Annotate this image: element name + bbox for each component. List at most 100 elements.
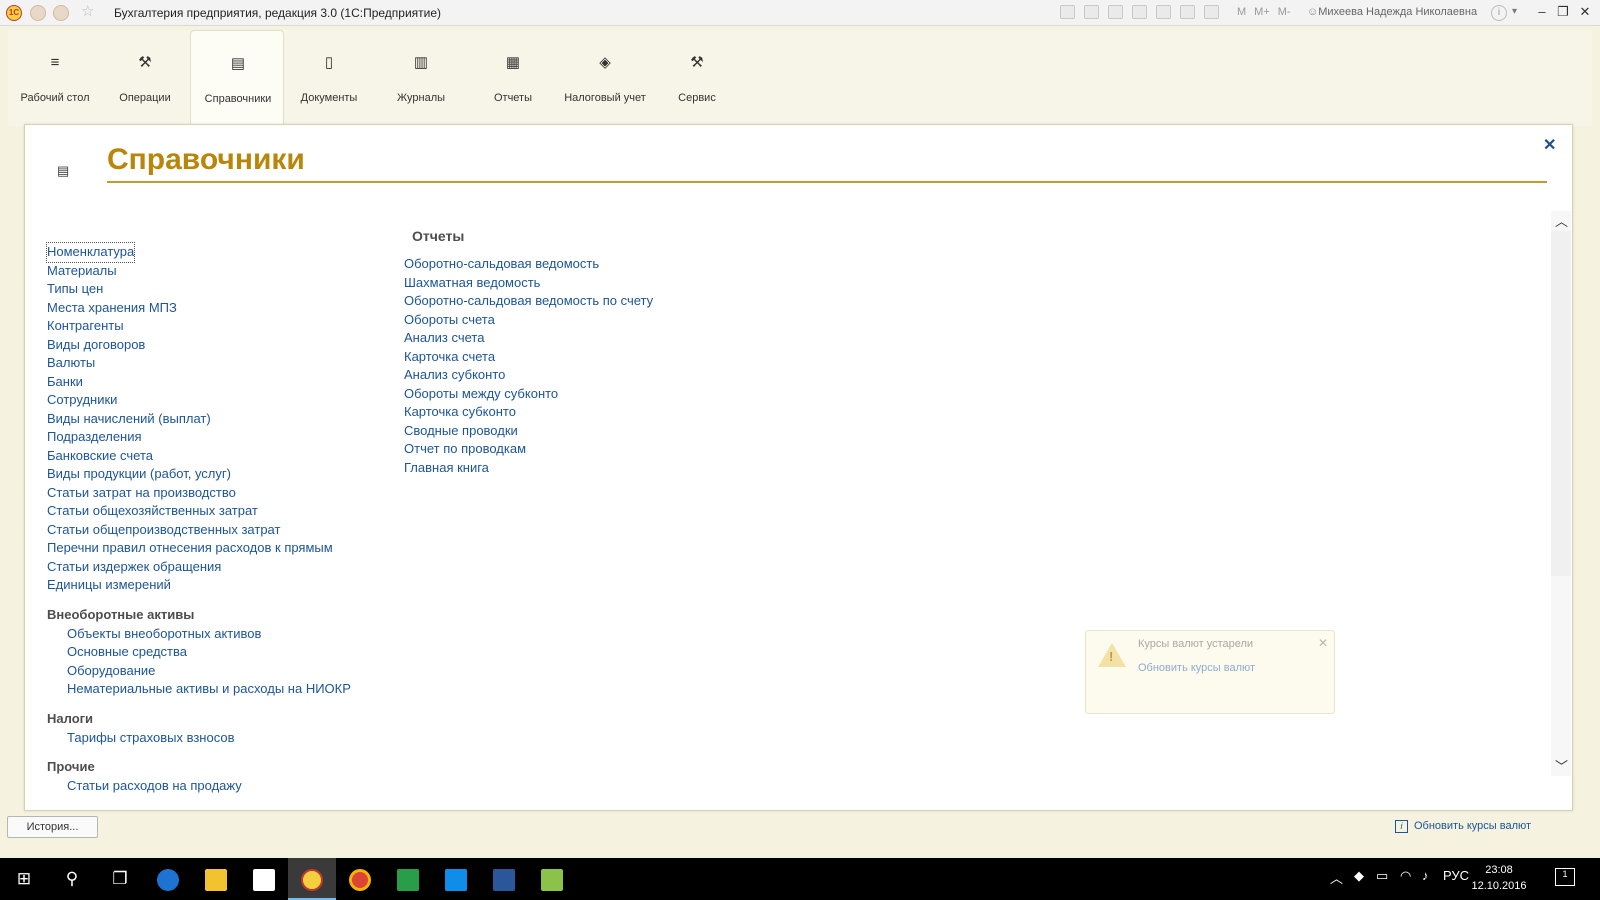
calculator-icon[interactable]	[1204, 5, 1219, 19]
nav-item-tax[interactable]: ◈ Налоговый учет	[558, 30, 652, 124]
catalog-link[interactable]: Валюты	[47, 354, 351, 373]
current-user[interactable]: Михеева Надежда Николаевна	[1307, 6, 1477, 18]
catalog-link[interactable]: Статьи общехозяйственных затрат	[47, 502, 351, 521]
file-explorer-icon[interactable]	[192, 858, 240, 900]
report-link[interactable]: Отчет по проводкам	[404, 440, 653, 459]
nav-label: Сервис	[678, 92, 716, 104]
scroll-down-icon[interactable]: ﹀	[1555, 756, 1568, 775]
messenger-icon[interactable]	[528, 858, 576, 900]
favorites-icon[interactable]	[1132, 5, 1147, 19]
catalog-link[interactable]: Подразделения	[47, 428, 351, 447]
word-icon[interactable]	[480, 858, 528, 900]
report-link[interactable]: Оборотно-сальдовая ведомость по счету	[404, 292, 653, 311]
dropbox-icon[interactable]: ◆	[1354, 868, 1364, 884]
report-link[interactable]: Главная книга	[404, 459, 653, 478]
app-logo-icon[interactable]: 1С	[6, 5, 22, 21]
wifi-icon[interactable]: ◠	[1400, 868, 1411, 884]
catalog-link[interactable]: Виды начислений (выплат)	[47, 410, 351, 429]
catalog-link[interactable]: Нематериальные активы и расходы на НИОКР	[67, 680, 351, 699]
report-link[interactable]: Сводные проводки	[404, 422, 653, 441]
favorites-star-icon[interactable]: ☆	[81, 2, 94, 20]
minimize-button[interactable]: –	[1532, 3, 1552, 21]
app-icon[interactable]	[384, 858, 432, 900]
edge-icon[interactable]	[144, 858, 192, 900]
sections-panel: ≡ Рабочий стол ⚒ Операции ▤ Справочники …	[8, 30, 1592, 126]
save-icon[interactable]	[1060, 5, 1075, 19]
close-icon[interactable]: ✕	[1543, 135, 1556, 155]
currency-notification: ! Курсы валют устарели Обновить курсы ва…	[1085, 630, 1335, 714]
catalog-link[interactable]: Объекты внеоборотных активов	[67, 625, 351, 644]
store-icon[interactable]	[240, 858, 288, 900]
catalog-link[interactable]: Основные средства	[67, 643, 351, 662]
preview-icon[interactable]	[1108, 5, 1123, 19]
chrome-icon[interactable]	[336, 858, 384, 900]
memory-button[interactable]: M	[1237, 6, 1246, 18]
catalog-link[interactable]: Перечни правил отнесения расходов к прям…	[47, 539, 351, 558]
search-icon[interactable]: ⚲	[48, 858, 96, 900]
forward-button[interactable]	[53, 5, 69, 21]
catalog-link[interactable]: Статьи общепроизводственных затрат	[47, 521, 351, 540]
report-link[interactable]: Обороты счета	[404, 311, 653, 330]
catalog-link[interactable]: Оборудование	[67, 662, 351, 681]
teamviewer-icon[interactable]	[432, 858, 480, 900]
report-link[interactable]: Оборотно-сальдовая ведомость	[404, 255, 653, 274]
catalog-link[interactable]: Статьи расходов на продажу	[67, 777, 351, 796]
catalog-link[interactable]: Материалы	[47, 262, 351, 281]
close-icon[interactable]: ✕	[1318, 636, 1328, 650]
scrollbar-thumb[interactable]	[1551, 231, 1571, 576]
action-center-icon[interactable]: 1	[1555, 868, 1575, 886]
catalog-link[interactable]: Виды продукции (работ, услуг)	[47, 465, 351, 484]
report-link[interactable]: Анализ счета	[404, 329, 653, 348]
print-icon[interactable]	[1084, 5, 1099, 19]
report-link[interactable]: Карточка счета	[404, 348, 653, 367]
nav-item-service[interactable]: ⚒ Сервис	[650, 30, 744, 124]
catalog-link[interactable]: Единицы измерений	[47, 576, 351, 595]
catalog-link[interactable]: Места хранения МПЗ	[47, 299, 351, 318]
vertical-scrollbar[interactable]: ︿ ﹀	[1551, 211, 1571, 776]
close-window-button[interactable]: ✕	[1575, 3, 1595, 21]
memory-plus-button[interactable]: M+	[1254, 6, 1270, 18]
nav-item-operations[interactable]: ⚒ Операции	[98, 30, 192, 124]
clock[interactable]: 23:08 12.10.2016	[1465, 862, 1533, 894]
catalog-link[interactable]: Контрагенты	[47, 317, 351, 336]
catalog-link[interactable]: Тарифы страховых взносов	[67, 729, 351, 748]
calendar-icon[interactable]	[1180, 5, 1195, 19]
report-link[interactable]: Карточка субконто	[404, 403, 653, 422]
nav-label: Справочники	[204, 93, 272, 105]
catalog-link[interactable]: Виды договоров	[47, 336, 351, 355]
catalog-link[interactable]: Банки	[47, 373, 351, 392]
catalog-link[interactable]: Банковские счета	[47, 447, 351, 466]
catalog-link[interactable]: Сотрудники	[47, 391, 351, 410]
info-icon[interactable]: i	[1491, 5, 1507, 21]
nav-item-desktop[interactable]: ≡ Рабочий стол	[8, 30, 102, 124]
back-button[interactable]	[30, 5, 46, 21]
catalog-link[interactable]: Статьи издержек обращения	[47, 558, 351, 577]
volume-icon[interactable]: ♪	[1422, 868, 1429, 883]
nav-item-documents[interactable]: ▯ Документы	[282, 30, 376, 124]
catalog-link[interactable]: Номенклатура	[45, 242, 136, 263]
restore-button[interactable]: ❐	[1553, 3, 1573, 21]
nav-label: Отчеты	[493, 92, 533, 104]
report-link[interactable]: Анализ субконто	[404, 366, 653, 385]
reports-list: Оборотно-сальдовая ведомость Шахматная в…	[404, 255, 653, 477]
report-link[interactable]: Шахматная ведомость	[404, 274, 653, 293]
start-icon[interactable]: ⊞	[0, 858, 48, 900]
task-view-icon[interactable]: ❐	[96, 858, 144, 900]
1c-app-icon[interactable]	[288, 858, 336, 900]
nav-item-journals[interactable]: ▥ Журналы	[374, 30, 468, 124]
report-link[interactable]: Обороты между субконто	[404, 385, 653, 404]
chevron-down-icon[interactable]: ▾	[1512, 6, 1517, 17]
nav-item-reports[interactable]: ▦ Отчеты	[466, 30, 560, 124]
catalog-link[interactable]: Статьи затрат на производство	[47, 484, 351, 503]
nav-item-catalogs[interactable]: ▤ Справочники	[190, 30, 284, 126]
catalog-link[interactable]: Типы цен	[47, 280, 351, 299]
update-rates-link[interactable]: Обновить курсы валют	[1138, 662, 1255, 674]
scroll-up-icon[interactable]: ︿	[1555, 211, 1568, 230]
history-button[interactable]: История...	[7, 816, 98, 838]
memory-minus-button[interactable]: M-	[1278, 6, 1291, 18]
status-update-rates-link[interactable]: Обновить курсы валют	[1395, 820, 1531, 833]
battery-icon[interactable]: ▭	[1376, 868, 1388, 884]
page-title: Справочники	[107, 143, 305, 176]
chevron-up-icon[interactable]: ︿	[1330, 868, 1343, 887]
history-icon[interactable]	[1156, 5, 1171, 19]
